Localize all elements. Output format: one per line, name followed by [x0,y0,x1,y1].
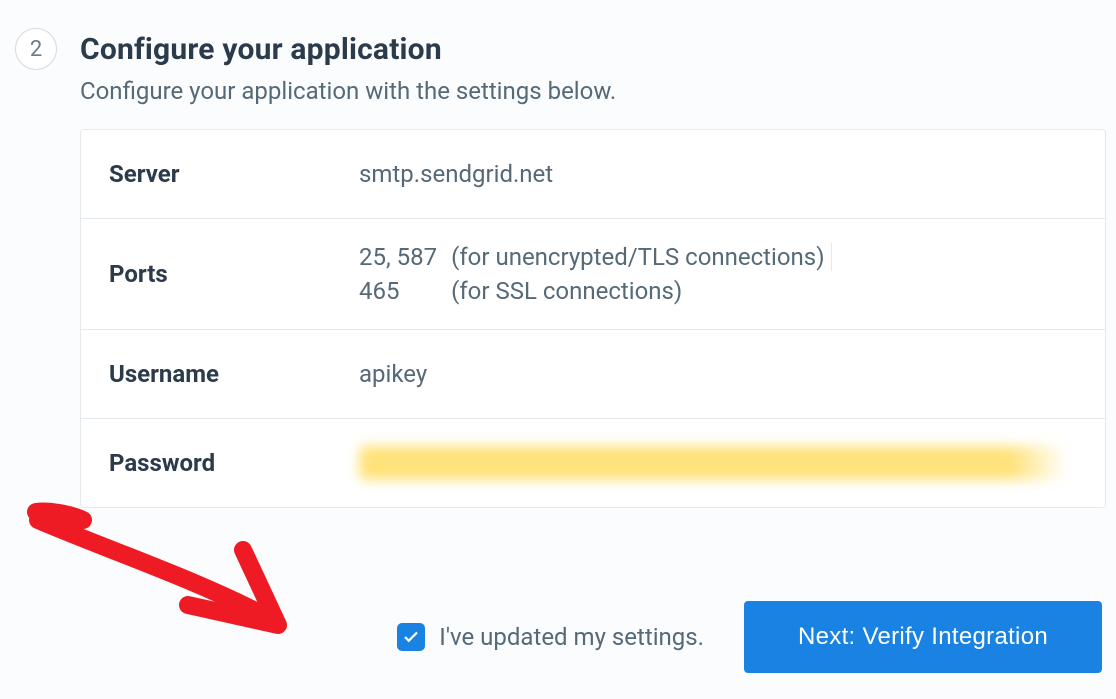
footer-actions: I've updated my settings. Next: Verify I… [0,601,1106,673]
label-ports: Ports [109,260,359,288]
step-configure: 2 Configure your application Configure y… [80,30,1106,508]
settings-table: Server smtp.sendgrid.net Ports 25, 587 (… [80,129,1106,508]
label-password: Password [109,449,359,477]
page-title: Configure your application [80,32,1106,67]
label-server: Server [109,160,359,188]
ports-tls-value: 25, 587 [359,243,437,271]
label-username: Username [109,360,359,388]
row-server: Server smtp.sendgrid.net [81,130,1105,218]
ports-ssl-value: 465 [359,277,437,305]
confirm-checkbox[interactable] [397,623,425,651]
row-username: Username apikey [81,329,1105,418]
value-username: apikey [359,360,1077,388]
value-password-blurred [359,446,1067,480]
row-ports: Ports 25, 587 (for unencrypted/TLS conne… [81,218,1105,329]
ports-ssl-desc: (for SSL connections) [451,277,831,305]
check-icon [402,628,420,646]
row-password: Password [81,418,1105,507]
page-subtitle: Configure your application with the sett… [80,77,1106,105]
next-verify-button[interactable]: Next: Verify Integration [744,601,1102,673]
confirm-checkbox-wrap[interactable]: I've updated my settings. [397,623,704,651]
ports-tls-desc: (for unencrypted/TLS connections) [451,243,831,271]
value-ports: 25, 587 (for unencrypted/TLS connections… [359,243,832,305]
step-number-badge: 2 [15,28,57,70]
value-server: smtp.sendgrid.net [359,160,1077,188]
confirm-checkbox-label: I've updated my settings. [439,623,704,651]
